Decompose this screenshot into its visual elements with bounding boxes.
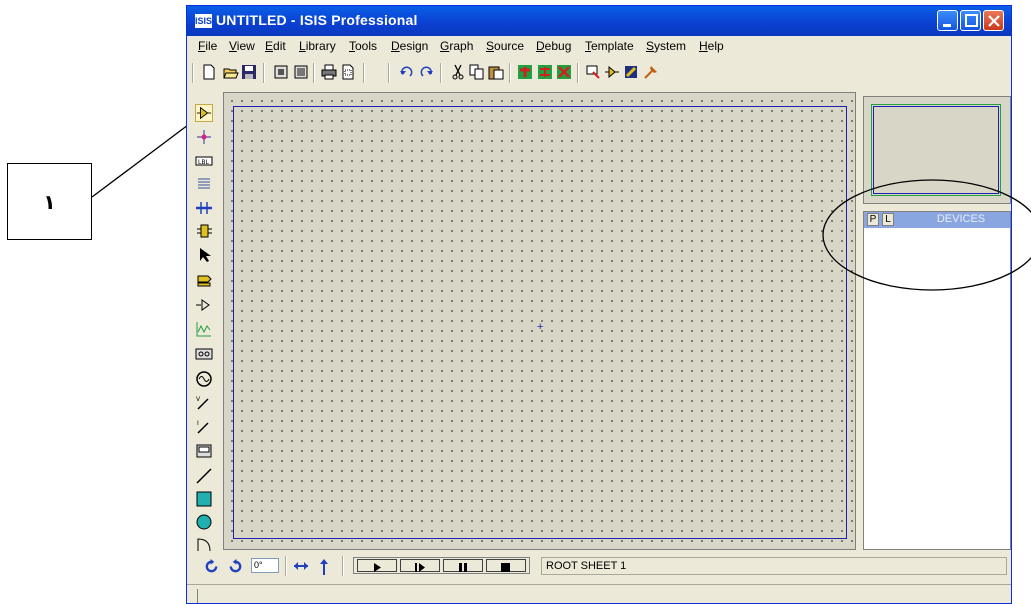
- block-delete-icon[interactable]: [556, 64, 572, 80]
- menu-help[interactable]: Help: [699, 39, 724, 53]
- menu-design[interactable]: Design: [391, 39, 428, 53]
- annotation-callout: ١: [7, 163, 92, 240]
- pick-device-icon[interactable]: [585, 64, 601, 80]
- virtual-instrument-icon[interactable]: [195, 442, 213, 460]
- devices-title: DEVICES: [936, 213, 986, 225]
- rotate-anticlockwise-icon[interactable]: [228, 559, 243, 574]
- line-icon[interactable]: [195, 467, 213, 485]
- circle-icon[interactable]: [195, 513, 213, 531]
- bus-icon[interactable]: [195, 199, 213, 217]
- stop-button[interactable]: [486, 559, 526, 572]
- menu-debug[interactable]: Debug: [536, 39, 571, 53]
- import-icon[interactable]: [273, 64, 289, 80]
- rotation-angle-field[interactable]: 0°: [251, 558, 279, 573]
- undo-icon[interactable]: [399, 64, 415, 80]
- menu-library[interactable]: Library: [299, 39, 336, 53]
- generator-icon[interactable]: [195, 370, 213, 388]
- overview-sheet-border: [873, 106, 999, 194]
- print-area-icon[interactable]: [340, 64, 356, 80]
- mode-toolbar: LBL V I: [192, 92, 218, 553]
- close-button[interactable]: [983, 10, 1004, 31]
- open-icon[interactable]: [223, 64, 239, 80]
- cut-icon[interactable]: [450, 64, 466, 80]
- main-toolbar: [187, 59, 1011, 89]
- tape-recorder-icon[interactable]: [195, 345, 213, 363]
- menu-tools[interactable]: Tools: [349, 39, 377, 53]
- export-icon[interactable]: [293, 64, 309, 80]
- pick-from-library-button[interactable]: P: [867, 213, 879, 226]
- rotate-clockwise-icon[interactable]: [204, 559, 219, 574]
- component-mode-icon[interactable]: [195, 104, 213, 122]
- wire-label-icon[interactable]: LBL: [195, 152, 213, 170]
- orientation-simulation-bar: 0° ROOT SHEET 1: [187, 553, 1011, 579]
- menu-file[interactable]: File: [198, 39, 217, 53]
- package-icon[interactable]: [623, 64, 639, 80]
- simulation-controls: [353, 557, 530, 574]
- origin-marker: +: [537, 321, 544, 333]
- menu-template[interactable]: Template: [585, 39, 634, 53]
- block-copy-icon[interactable]: [517, 64, 533, 80]
- copy-icon[interactable]: [469, 64, 485, 80]
- block-move-icon[interactable]: [537, 64, 553, 80]
- menu-system[interactable]: System: [646, 39, 686, 53]
- mirror-vertical-icon[interactable]: [319, 559, 329, 575]
- selection-icon[interactable]: [195, 246, 213, 264]
- step-button[interactable]: [400, 559, 440, 572]
- status-bar: [187, 584, 1011, 603]
- svg-text:V: V: [196, 396, 201, 403]
- isis-app-icon: ISIS: [195, 14, 213, 28]
- box-icon[interactable]: [195, 490, 213, 508]
- svg-text:I: I: [197, 420, 199, 427]
- make-device-icon[interactable]: [604, 64, 620, 80]
- menu-view[interactable]: View: [229, 39, 255, 53]
- arc-icon[interactable]: [195, 535, 213, 553]
- schematic-editing-area[interactable]: +: [223, 92, 856, 550]
- sheet-status: ROOT SHEET 1: [541, 557, 1007, 575]
- terminal-icon[interactable]: [195, 272, 213, 290]
- redo-icon[interactable]: [418, 64, 434, 80]
- play-button[interactable]: [357, 559, 397, 572]
- overview-window[interactable]: [863, 96, 1011, 204]
- device-pin-icon[interactable]: [195, 296, 213, 314]
- current-probe-icon[interactable]: I: [195, 418, 213, 436]
- text-script-icon[interactable]: [195, 175, 213, 193]
- voltage-probe-icon[interactable]: V: [195, 394, 213, 412]
- junction-dot-icon[interactable]: [195, 128, 213, 146]
- object-selector: P L DEVICES: [863, 211, 1011, 550]
- window-title: UNTITLED - ISIS Professional: [216, 12, 418, 28]
- svg-text:LBL: LBL: [198, 159, 209, 166]
- menu-edit[interactable]: Edit: [265, 39, 286, 53]
- maximize-button[interactable]: [960, 10, 981, 31]
- subcircuit-icon[interactable]: [195, 222, 213, 240]
- annotation-label: ١: [43, 189, 56, 214]
- new-icon[interactable]: [201, 64, 217, 80]
- decompose-icon[interactable]: [643, 64, 659, 80]
- menu-graph[interactable]: Graph: [440, 39, 473, 53]
- title-bar[interactable]: ISIS UNTITLED - ISIS Professional: [187, 6, 1011, 36]
- graph-icon[interactable]: [195, 320, 213, 338]
- save-icon[interactable]: [241, 64, 257, 80]
- pause-button[interactable]: [443, 559, 483, 572]
- menu-bar: File View Edit Library Tools Design Grap…: [187, 36, 1011, 56]
- mirror-horizontal-icon[interactable]: [293, 559, 309, 573]
- print-icon[interactable]: [321, 64, 337, 80]
- object-selector-header: P L DEVICES: [864, 212, 1010, 228]
- paste-icon[interactable]: [488, 64, 504, 80]
- app-window: ISIS UNTITLED - ISIS Professional File V…: [186, 5, 1012, 604]
- library-manager-button[interactable]: L: [882, 213, 894, 226]
- menu-source[interactable]: Source: [486, 39, 524, 53]
- minimize-button[interactable]: [937, 10, 958, 31]
